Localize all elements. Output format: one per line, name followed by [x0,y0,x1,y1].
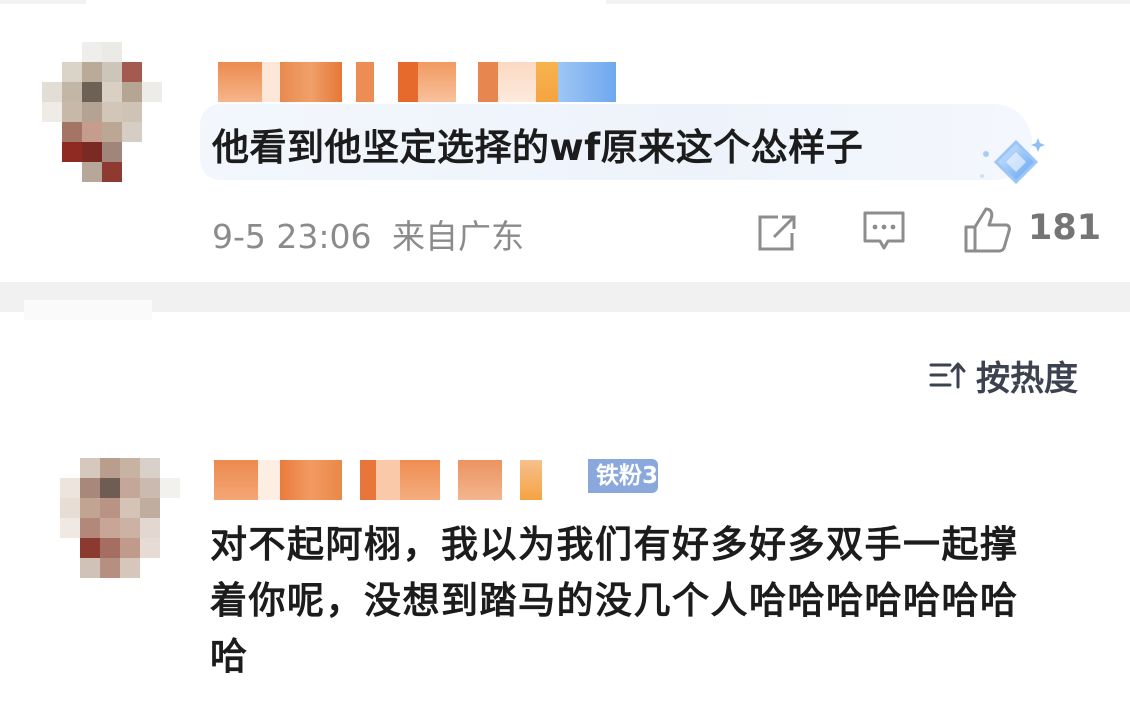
fan-badge: 铁粉3 [588,459,658,493]
comment-date: 9-5 23:06 [212,217,372,256]
username[interactable] [214,458,542,500]
username[interactable] [218,60,616,102]
sort-icon [929,362,966,389]
comment-location: 来自广东 [392,217,524,256]
sort-toggle[interactable]: 按热度 [928,352,1078,399]
reply-icon[interactable] [862,210,906,252]
section-divider [0,282,1130,312]
comment-text: 对不起阿栩，我以为我们有好多好多双手一起撑 着你呢，没想到踏马的没几个人哈哈哈哈… [210,517,1110,685]
comment-page: 他看到他坚定选择的wf原来这个怂样子 9-5 23:06 来自广东 181 按热… [0,0,1130,701]
avatar[interactable] [42,42,162,182]
divider-highlight [24,300,152,320]
avatar[interactable] [60,458,180,598]
sort-label: 按热度 [976,358,1078,399]
top-divider-gap [86,0,606,4]
like-count: 181 [1028,208,1102,248]
comment-text-line: 哈 [210,635,249,678]
share-icon[interactable] [756,213,800,253]
comment-text-line: 着你呢，没想到踏马的没几个人哈哈哈哈哈哈哈 [210,579,1019,622]
comment-text-line: 对不起阿栩，我以为我们有好多好多双手一起撑 [210,523,1019,566]
comment-text: 他看到他坚定选择的wf原来这个怂样子 [212,126,864,169]
comment-meta: 9-5 23:06 来自广东 [212,210,524,258]
like-icon[interactable] [962,205,1014,255]
badge-diamond-icon [980,138,1045,185]
